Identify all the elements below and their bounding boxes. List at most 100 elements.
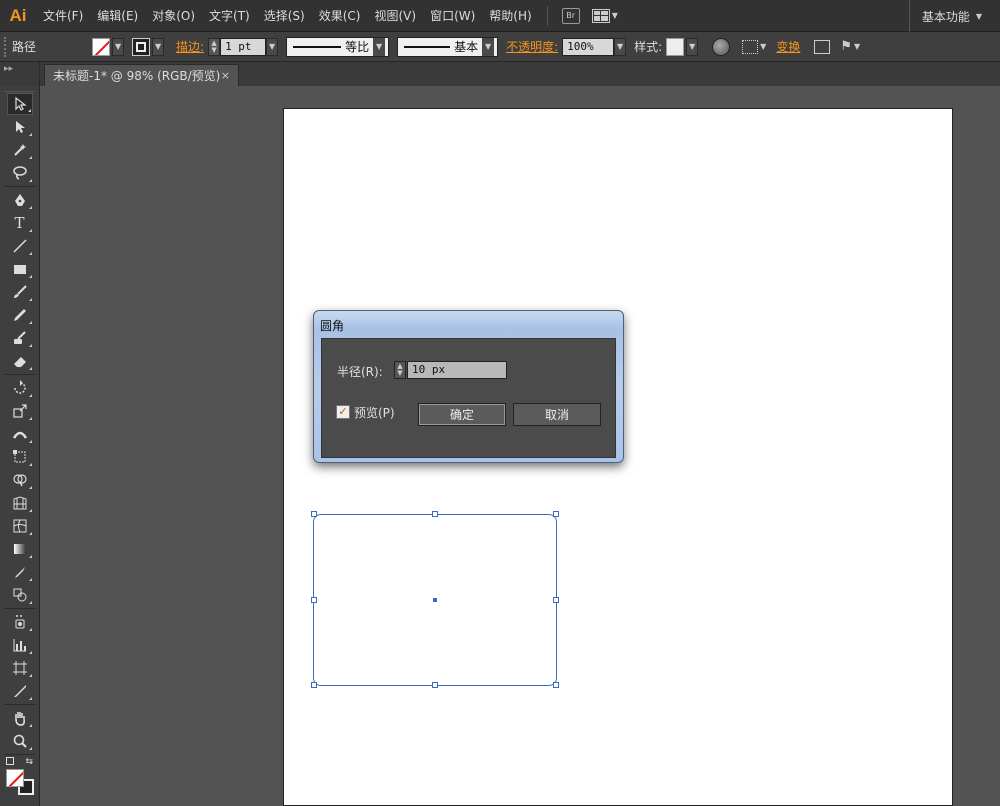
mesh-tool-icon[interactable] [7, 515, 33, 537]
stroke-weight-input[interactable]: 1 pt [220, 37, 267, 56]
stroke-control[interactable]: ▼ [132, 37, 165, 56]
selection-handle[interactable] [432, 682, 438, 688]
selection-handle[interactable] [432, 511, 438, 517]
graphic-style-control[interactable]: ▼ [666, 37, 699, 56]
panel-grip[interactable] [4, 36, 10, 57]
app-logo: Ai [9, 5, 27, 25]
ok-button[interactable]: 确定 [418, 403, 506, 426]
panel-options-button[interactable]: ⚑ ▼ [840, 39, 860, 54]
stroke-weight-stepper[interactable]: ▲ ▼ [208, 37, 221, 56]
cancel-button[interactable]: 取消 [513, 403, 601, 426]
menu-item[interactable]: 对象(O) [145, 0, 202, 32]
align-options-button[interactable]: ▼ [742, 39, 767, 54]
selection-handle[interactable] [553, 597, 559, 603]
lasso-tool-icon[interactable] [7, 162, 33, 184]
chevron-down-icon: ▼ [611, 11, 618, 20]
stroke-weight-dropdown[interactable]: ▼ [266, 37, 279, 56]
default-colors-icon[interactable] [6, 757, 14, 765]
menu-item[interactable]: 选择(S) [257, 0, 312, 32]
transform-link[interactable]: 变换 [776, 38, 800, 55]
profile-line-icon [293, 45, 342, 48]
swap-colors-icon[interactable]: ⇆ [25, 757, 33, 767]
checkmark-icon: ✓ [338, 405, 348, 418]
opacity-dropdown[interactable]: ▼ [614, 37, 627, 56]
blob-brush-tool-icon[interactable] [7, 327, 33, 349]
shape-builder-tool-icon[interactable] [7, 469, 33, 491]
direct-selection-tool-icon[interactable] [7, 116, 33, 138]
bridge-icon[interactable]: Br [561, 7, 580, 24]
blend-tool-icon[interactable] [7, 584, 33, 606]
radius-label: 半径(R): [337, 365, 383, 379]
line-segment-tool-icon[interactable] [7, 235, 33, 257]
fill-swatch-none-icon[interactable] [92, 37, 111, 56]
selection-handle[interactable] [553, 682, 559, 688]
selection-handle[interactable] [553, 511, 559, 517]
arrange-documents-button[interactable]: ▼ [591, 8, 618, 23]
rectangle-tool-icon[interactable] [7, 258, 33, 280]
pencil-tool-icon[interactable] [7, 304, 33, 326]
fill-control[interactable]: ▼ [92, 37, 125, 56]
selection-type-label: 路径 [12, 40, 37, 54]
tools-panel-header[interactable]: ▸▸ [0, 62, 40, 86]
graphic-style-dropdown[interactable]: ▼ [686, 37, 699, 56]
document-tab[interactable]: 未标题-1* @ 98% (RGB/预览) × [44, 64, 239, 86]
fill-none-indicator-icon[interactable] [5, 769, 24, 787]
radius-input[interactable]: 10 px [407, 361, 507, 379]
hand-tool-icon[interactable] [7, 707, 33, 729]
close-tab-icon[interactable]: × [221, 69, 230, 82]
menu-item[interactable]: 效果(C) [312, 0, 368, 32]
eraser-tool-icon[interactable] [7, 350, 33, 372]
flag-icon: ⚑ [840, 39, 852, 54]
column-graph-tool-icon[interactable] [7, 634, 33, 656]
zoom-tool-icon[interactable] [7, 730, 33, 752]
eyedropper-tool-icon[interactable] [7, 561, 33, 583]
variable-width-profile-select[interactable]: 等比 ▼ [286, 36, 390, 57]
isolate-selected-icon[interactable] [814, 39, 831, 54]
control-bar: 路径 ▼ ▼ 描边: ▲ ▼ 1 pt ▼ 等比 ▼ 基本 ▼ 不透明度: 100… [0, 32, 1000, 62]
artboard-tool-icon[interactable] [7, 657, 33, 679]
fill-stroke-indicator[interactable] [5, 769, 34, 795]
dialog-body: 半径(R): ▲ ▼ 10 px ✓ 预览(P) 确定 取消 [321, 338, 616, 458]
opacity-input[interactable]: 100% [562, 37, 615, 56]
selection-handle[interactable] [311, 597, 317, 603]
brush-definition-select[interactable]: 基本 ▼ [397, 36, 499, 57]
menu-item[interactable]: 编辑(E) [90, 0, 145, 32]
gradient-tool-icon[interactable] [7, 538, 33, 560]
workspace-switcher[interactable]: 基本功能 ▼ [908, 0, 1000, 32]
center-point [433, 598, 437, 602]
symbol-sprayer-tool-icon[interactable] [7, 611, 33, 633]
selection-handle[interactable] [311, 511, 317, 517]
perspective-grid-tool-icon[interactable] [7, 492, 33, 514]
paintbrush-tool-icon[interactable] [7, 281, 33, 303]
menu-item[interactable]: 视图(V) [367, 0, 423, 32]
menu-item[interactable]: 帮助(H) [482, 0, 538, 32]
fill-dropdown-button[interactable]: ▼ [112, 37, 125, 56]
preview-checkbox[interactable]: ✓ [336, 405, 350, 419]
selection-handle[interactable] [311, 682, 317, 688]
tools-panel: T ⇆ [0, 86, 40, 806]
stroke-swatch-icon[interactable] [132, 37, 151, 56]
free-transform-tool-icon[interactable] [7, 446, 33, 468]
chevron-down-icon: ▼ [760, 42, 767, 51]
chevron-down-icon: ▼ [373, 37, 386, 56]
recolor-artwork-icon[interactable] [712, 37, 731, 56]
selection-tool-icon[interactable] [6, 93, 33, 115]
pen-tool-icon[interactable] [7, 189, 33, 211]
slice-tool-icon[interactable] [7, 680, 33, 702]
type-tool-icon[interactable]: T [7, 212, 33, 234]
width-tool-icon[interactable] [7, 423, 33, 445]
menu-item[interactable]: 文件(F) [36, 0, 90, 32]
chevron-down-icon: ▼ [482, 37, 495, 56]
radius-stepper[interactable]: ▲ ▼ [394, 361, 406, 379]
opacity-link[interactable]: 不透明度: [506, 38, 558, 55]
rotate-tool-icon[interactable] [7, 377, 33, 399]
stroke-dropdown-button[interactable]: ▼ [152, 37, 165, 56]
menu-item[interactable]: 窗口(W) [423, 0, 482, 32]
swap-colors-row: ⇆ [0, 757, 39, 767]
magic-wand-tool-icon[interactable] [7, 139, 33, 161]
menu-item[interactable]: 文字(T) [202, 0, 257, 32]
scale-tool-icon[interactable] [7, 400, 33, 422]
menu-items: 文件(F) 编辑(E) 对象(O) 文字(T) 选择(S) 效果(C) 视图(V) 窗口(W)… [36, 0, 539, 32]
graphic-style-swatch[interactable] [666, 37, 685, 56]
stroke-link[interactable]: 描边: [176, 38, 204, 55]
